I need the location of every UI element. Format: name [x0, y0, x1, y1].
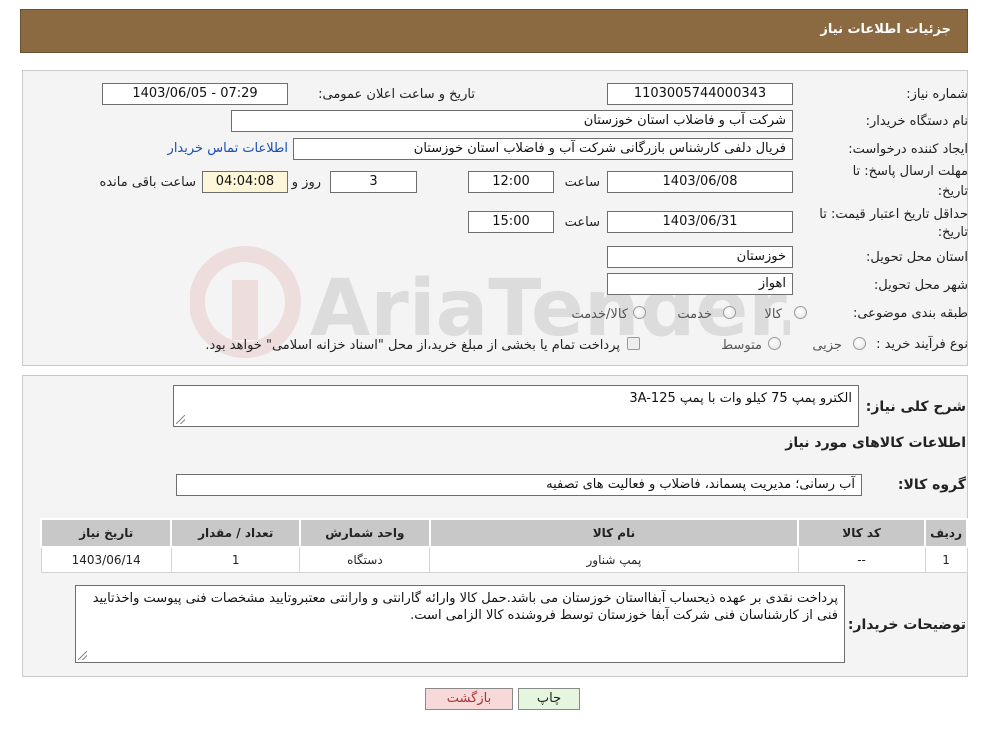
- table-row: 1 -- پمپ شناور دستگاه 1 1403/06/14: [40, 546, 968, 573]
- buyer-org-label: نام دستگاه خریدار:: [865, 114, 968, 129]
- table-header-row: ردیف کد کالا نام کالا واحد شمارش تعداد /…: [39, 518, 968, 548]
- province-label: استان محل تحویل:: [866, 250, 968, 265]
- buyer-contact-link[interactable]: اطلاعات تماس خریدار: [168, 141, 288, 156]
- process-medium-radio[interactable]: [768, 337, 781, 350]
- validity-date-field: 1403/06/31: [607, 211, 793, 233]
- buyer-notes-label: توضیحات خریدار:: [847, 617, 966, 633]
- summary-label: شرح کلی نیاز:: [865, 399, 966, 415]
- category-service-radio[interactable]: [723, 306, 736, 319]
- resize-grip-icon[interactable]: [78, 651, 87, 660]
- resize-grip-icon[interactable]: [176, 415, 185, 424]
- process-medium-label: متوسط: [721, 338, 762, 353]
- buyer-org-field: شرکت آب و فاضلاب استان خوزستان: [231, 110, 793, 132]
- validity-time-label: ساعت: [564, 215, 600, 230]
- treasury-checkbox[interactable]: [627, 337, 640, 350]
- validity-label: حداقل تاریخ اعتبار قیمت: تا: [819, 207, 968, 222]
- process-note: پرداخت تمام یا بخشی از مبلغ خرید،از محل …: [205, 338, 620, 353]
- print-button[interactable]: چاپ: [518, 688, 580, 710]
- items-heading: اطلاعات کالاهای مورد نیاز: [785, 435, 966, 451]
- buyer-notes-textarea[interactable]: پرداخت نقدی بر عهده ذیحساب آبفااستان خوز…: [75, 585, 845, 663]
- cell-qty: 1: [170, 546, 301, 573]
- cell-date: 1403/06/14: [40, 546, 172, 573]
- summary-textarea[interactable]: الکترو پمپ 75 کیلو وات با پمپ 3A-125: [173, 385, 859, 427]
- col-date-header: تاریخ نیاز: [39, 518, 173, 548]
- col-code-header: کد کالا: [796, 518, 927, 548]
- deadline-time-label: ساعت: [564, 175, 600, 190]
- creator-label: ایجاد کننده درخواست:: [848, 142, 968, 157]
- category-goods-service-radio[interactable]: [633, 306, 646, 319]
- deadline-label: مهلت ارسال پاسخ: تا: [852, 164, 968, 179]
- items-table-wrap: ردیف کد کالا نام کالا واحد شمارش تعداد /…: [39, 518, 968, 573]
- cell-unit: دستگاه: [299, 546, 431, 573]
- validity-time-field: 15:00: [468, 211, 554, 233]
- category-service-label: خدمت: [677, 307, 712, 322]
- items-table: ردیف کد کالا نام کالا واحد شمارش تعداد /…: [39, 518, 968, 573]
- buyer-notes-text: پرداخت نقدی بر عهده ذیحساب آبفااستان خوز…: [92, 591, 838, 623]
- deadline-time-field: 12:00: [468, 171, 554, 193]
- deadline-label-date: تاریخ:: [937, 184, 968, 199]
- days-label: روز و: [291, 175, 321, 190]
- city-label: شهر محل تحویل:: [873, 278, 968, 293]
- category-goods-radio[interactable]: [794, 306, 807, 319]
- col-name-header: نام کالا: [428, 518, 800, 548]
- cell-code: --: [797, 546, 926, 573]
- category-label: طبقه بندی موضوعی:: [852, 306, 968, 321]
- col-row-header: ردیف: [924, 518, 968, 548]
- deadline-date-field: 1403/06/08: [607, 171, 793, 193]
- page-header: جزئیات اطلاعات نیاز: [20, 9, 968, 53]
- category-goods-service-label: کالا/خدمت: [571, 307, 628, 322]
- remaining-time-field: 04:04:08: [202, 171, 288, 193]
- process-type-label: نوع فرآیند خرید :: [876, 337, 968, 352]
- col-qty-header: تعداد / مقدار: [170, 518, 301, 548]
- announce-label: تاریخ و ساعت اعلان عمومی:: [318, 87, 475, 102]
- announce-field: 1403/06/05 - 07:29: [102, 83, 288, 105]
- goods-group-field: آب رسانی؛ مدیریت پسماند، فاضلاب و فعالیت…: [176, 474, 862, 496]
- creator-field: فریال دلفی کارشناس بازرگانی شرکت آب و فا…: [293, 138, 793, 160]
- col-unit-header: واحد شمارش: [298, 518, 431, 548]
- page-title: جزئیات اطلاعات نیاز: [820, 22, 951, 37]
- back-button[interactable]: بازگشت: [425, 688, 513, 710]
- need-number-field: 1103005744000343: [607, 83, 793, 105]
- cell-row: 1: [924, 546, 968, 573]
- category-goods-label: کالا: [764, 307, 782, 322]
- days-field: 3: [330, 171, 417, 193]
- remaining-time-label: ساعت باقی مانده: [99, 175, 196, 190]
- need-number-label: شماره نیاز:: [906, 87, 968, 102]
- process-minor-label: جزیی: [812, 338, 842, 353]
- summary-text: الکترو پمپ 75 کیلو وات با پمپ 3A-125: [629, 391, 852, 406]
- city-field: اهواز: [607, 273, 793, 295]
- cell-name: پمپ شناور: [429, 546, 799, 573]
- validity-label-date: تاریخ:: [937, 225, 968, 240]
- process-minor-radio[interactable]: [853, 337, 866, 350]
- goods-group-label: گروه کالا:: [897, 477, 966, 493]
- province-field: خوزستان: [607, 246, 793, 268]
